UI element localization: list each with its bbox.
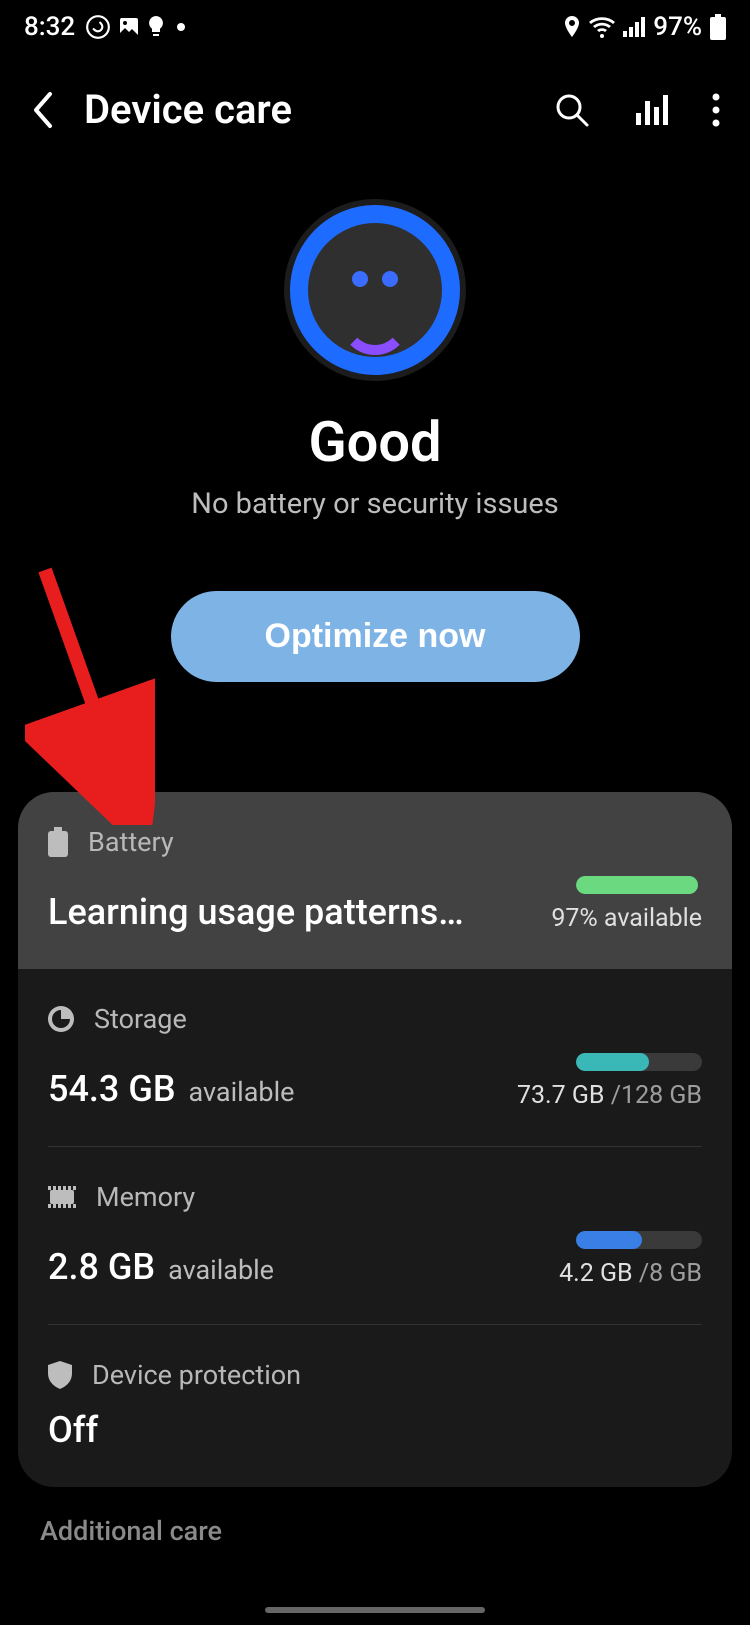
device-protection-status: Off (48, 1409, 98, 1451)
search-icon[interactable] (554, 92, 590, 128)
optimize-button[interactable]: Optimize now (171, 591, 580, 682)
status-smiley-icon (290, 205, 460, 375)
status-battery-percent: 97% (653, 12, 702, 42)
wifi-icon (589, 16, 615, 38)
memory-row[interactable]: Memory 2.8 GB available 4.2 GB /8 GB (18, 1147, 732, 1324)
device-status: Good (308, 409, 441, 475)
device-status-sub: No battery or security issues (191, 487, 559, 521)
picture-icon (117, 15, 141, 39)
memory-row-icon (48, 1186, 76, 1208)
storage-row-icon (48, 1006, 74, 1032)
device-protection-row[interactable]: Device protection Off (18, 1325, 732, 1487)
nav-indicator (265, 1607, 485, 1613)
memory-bar (576, 1231, 702, 1249)
status-time: 8:32 (24, 12, 75, 42)
status-bar: 8:32 97% (0, 0, 750, 50)
lightbulb-icon (147, 15, 165, 39)
storage-label: Storage (94, 1003, 187, 1035)
app-header: Device care (0, 50, 750, 169)
page-title: Device care (84, 86, 526, 133)
dot-icon (177, 23, 185, 31)
location-icon (563, 16, 581, 38)
status-left-icons (85, 14, 185, 40)
chart-icon[interactable] (634, 93, 668, 127)
storage-value: 54.3 GB available (48, 1068, 294, 1110)
memory-label: Memory (96, 1181, 195, 1213)
device-care-list: Battery Learning usage patterns… 97% ava… (18, 792, 732, 1487)
battery-status-text: Learning usage patterns… (48, 891, 464, 933)
memory-value: 2.8 GB available (48, 1246, 274, 1288)
signal-icon (623, 17, 645, 37)
more-icon[interactable] (712, 93, 720, 127)
battery-row-icon (48, 827, 68, 857)
shield-icon (48, 1361, 72, 1389)
hero-section: Good No battery or security issues Optim… (0, 169, 750, 712)
battery-available: 97% available (551, 904, 702, 933)
device-protection-label: Device protection (92, 1359, 301, 1391)
storage-bar (576, 1053, 702, 1071)
battery-icon (710, 14, 726, 40)
whatsapp-icon (85, 14, 111, 40)
battery-label: Battery (88, 826, 174, 858)
back-icon[interactable] (30, 90, 56, 130)
battery-bar (576, 876, 702, 894)
memory-usage: 4.2 GB /8 GB (559, 1259, 702, 1288)
battery-row[interactable]: Battery Learning usage patterns… 97% ava… (18, 792, 732, 969)
storage-row[interactable]: Storage 54.3 GB available 73.7 GB /128 G… (18, 969, 732, 1146)
additional-care-title: Additional care (0, 1487, 750, 1547)
storage-usage: 73.7 GB /128 GB (517, 1081, 702, 1110)
